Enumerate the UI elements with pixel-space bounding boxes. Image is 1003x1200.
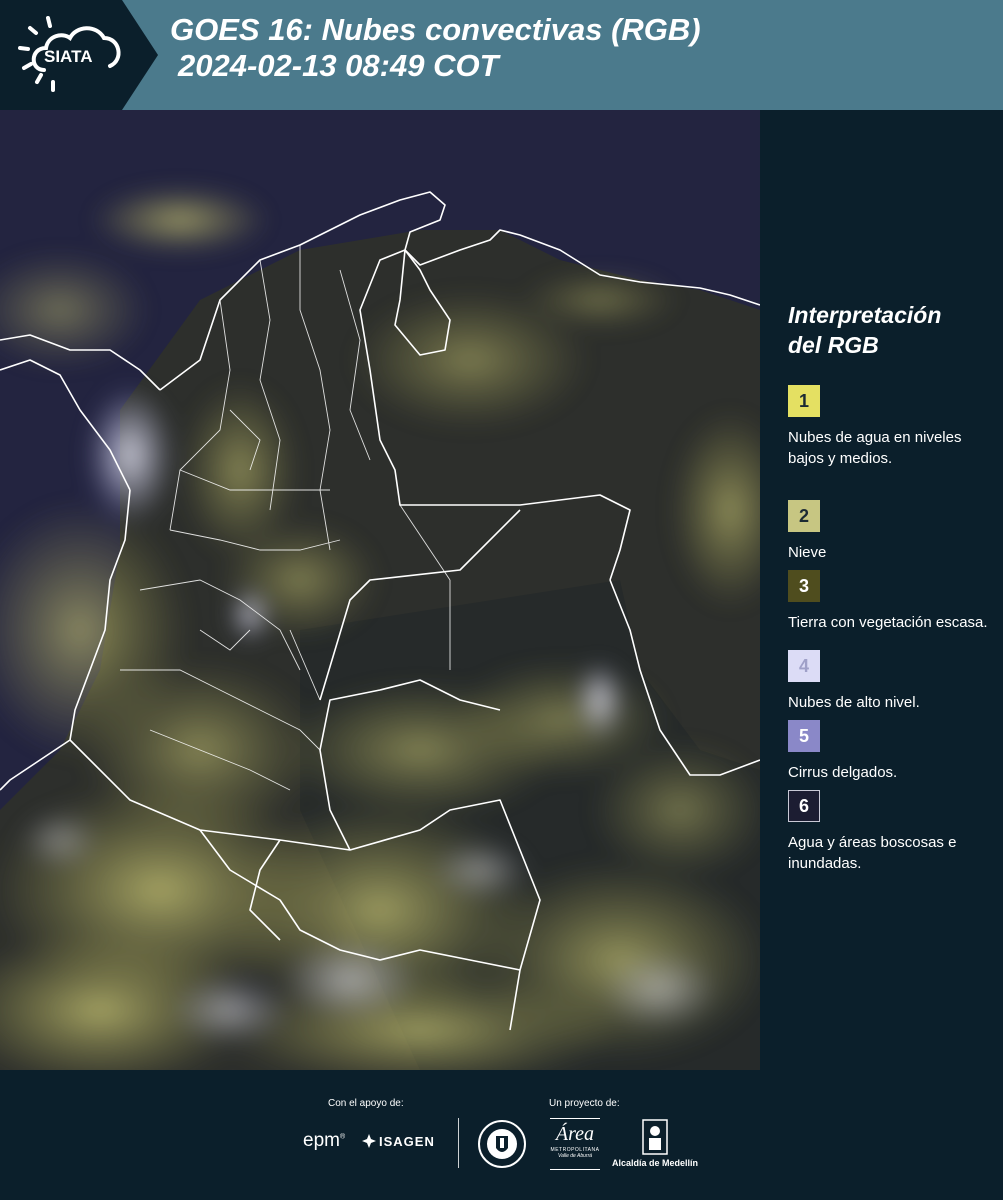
project-label: Un proyecto de: [549, 1098, 620, 1109]
legend-title: Interpretación del RGB [788, 300, 988, 360]
legend-item-6: 6 Agua y áreas boscosas e inundadas. [788, 790, 998, 874]
legend-swatch: 5 [788, 720, 820, 752]
legend-text: Cirrus delgados. [788, 764, 898, 781]
legend-text: Tierra con vegetación escasa. [788, 614, 988, 631]
legend-text: Nubes de alto nivel. [788, 694, 920, 711]
area-logo-caption: Valle de Aburrá [557, 1153, 593, 1159]
support-label: Con el apoyo de: [328, 1098, 404, 1109]
legend-title-line-1: Interpretación [788, 302, 942, 328]
legend-text: Nubes de agua en niveles bajos y medios. [788, 429, 962, 467]
legend-item-3: 3 Tierra con vegetación escasa. [788, 570, 998, 633]
title-line-1: GOES 16: Nubes convectivas (RGB) [170, 12, 701, 47]
legend-item-1: 1 Nubes de agua en niveles bajos y medios… [788, 385, 998, 469]
isagen-logo: ISAGEN [362, 1134, 435, 1149]
epm-logo-text: epm [303, 1130, 340, 1151]
epm-logo: epm® [303, 1130, 346, 1151]
area-logo-text: Área [555, 1123, 595, 1145]
logo-text: SIATA [44, 47, 92, 66]
legend: Interpretación del RGB 1 Nubes de agua en… [788, 300, 988, 872]
legend-item-5: 5 Cirrus delgados. [788, 720, 998, 783]
legend-swatch: 6 [788, 790, 820, 822]
legend-item-2: 2 Nieve [788, 500, 998, 563]
footer: Con el apoyo de: Un proyecto de: epm® IS… [0, 1070, 1003, 1200]
legend-swatch: 3 [788, 570, 820, 602]
isagen-icon [362, 1134, 376, 1148]
isagen-logo-text: ISAGEN [379, 1134, 435, 1149]
alcaldia-logo-text: Alcaldía de Medellín [612, 1158, 699, 1168]
legend-swatch: 2 [788, 500, 820, 532]
legend-swatch: 1 [788, 385, 820, 417]
page-title: GOES 16: Nubes convectivas (RGB) 2024-02… [170, 12, 701, 84]
area-metropolitana-logo: Área METROPOLITANA Valle de Aburrá [550, 1118, 600, 1170]
header-bar: SIATA GOES 16: Nubes convectivas (RGB) 2… [0, 0, 1003, 110]
satellite-map[interactable] [0, 110, 760, 1070]
alcaldia-shield-icon [642, 1119, 668, 1155]
siata-logo: SIATA [0, 0, 160, 110]
legend-title-line-2: del RGB [788, 332, 879, 358]
satellite-image [0, 110, 760, 1070]
legend-text: Nieve [788, 544, 827, 561]
legend-text: Agua y áreas boscosas e inundadas. [788, 834, 957, 872]
siata-logo-icon: SIATA [0, 0, 158, 110]
footer-divider [458, 1118, 459, 1168]
title-line-2: 2024-02-13 08:49 COT [178, 48, 499, 83]
medellin-seal-icon [478, 1120, 526, 1168]
legend-swatch: 4 [788, 650, 820, 682]
page: SIATA GOES 16: Nubes convectivas (RGB) 2… [0, 0, 1003, 1200]
legend-item-4: 4 Nubes de alto nivel. [788, 650, 998, 713]
